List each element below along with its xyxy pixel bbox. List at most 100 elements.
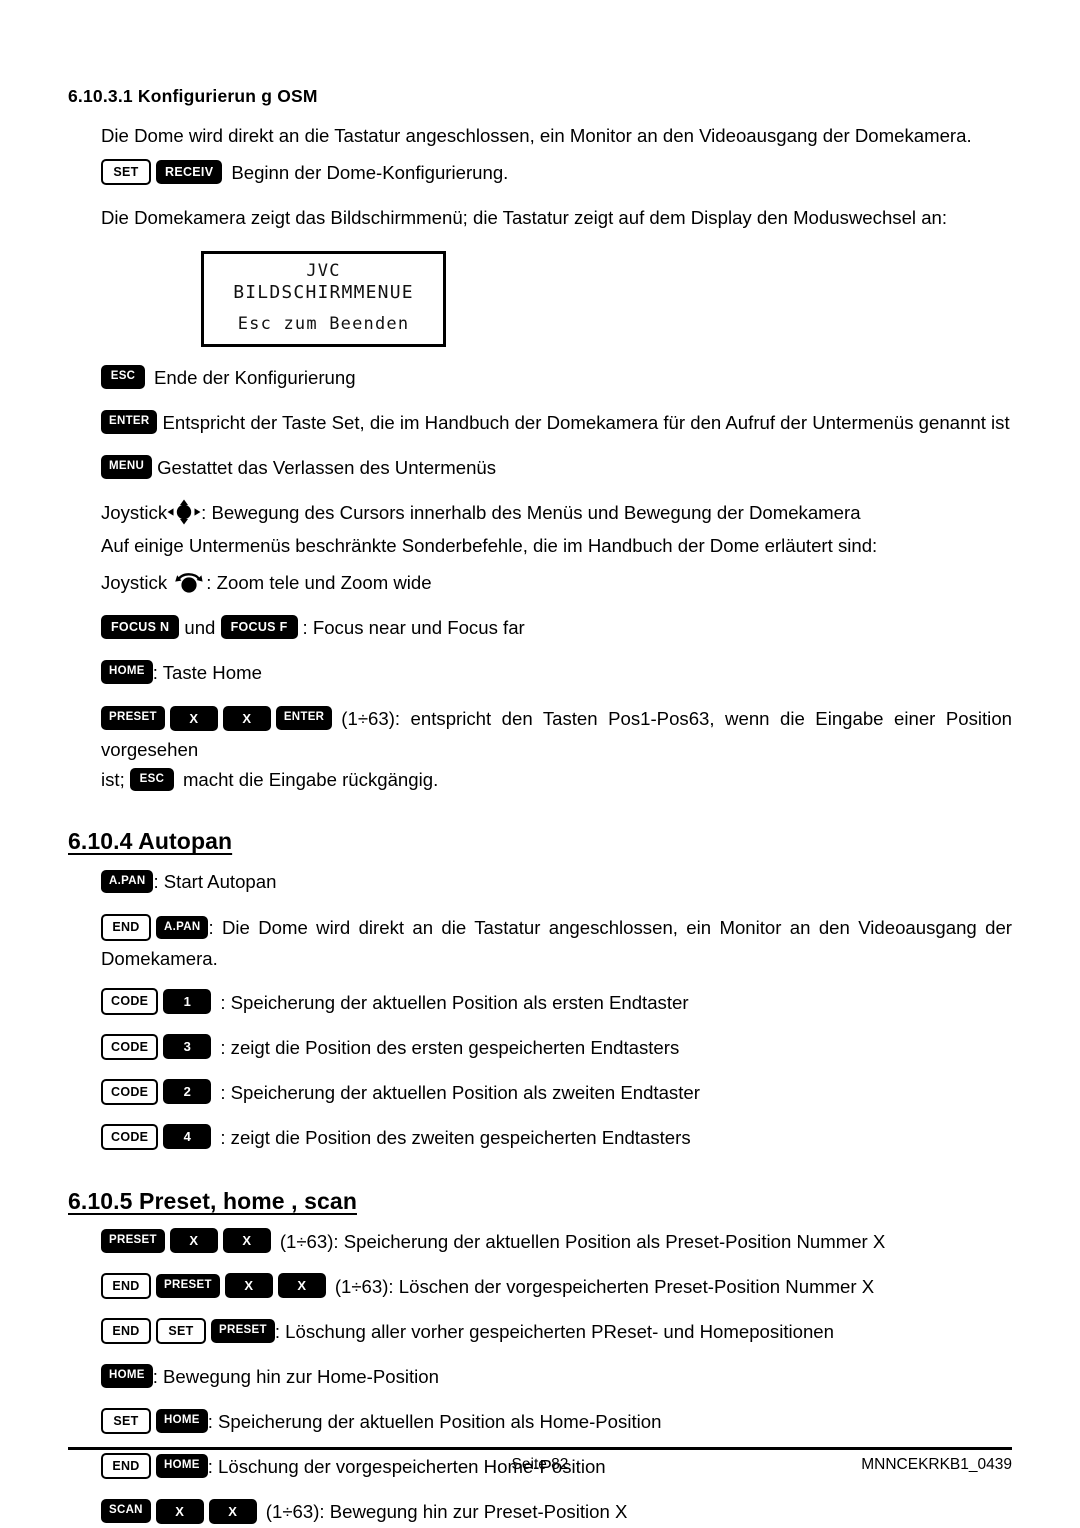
key-preset-store[interactable]: PRESET <box>101 1229 165 1253</box>
key-x-second[interactable]: X <box>222 705 271 731</box>
key-x-store-1[interactable]: X <box>169 1228 218 1254</box>
key-end-preset[interactable]: END <box>101 1272 151 1300</box>
lcd-line-3: Esc zum Beenden <box>237 313 410 334</box>
key-x-scan-1[interactable]: X <box>155 1498 204 1524</box>
key-preset-delete[interactable]: PRESET <box>156 1274 220 1298</box>
row-end-apan-text: : Die Dome wird direkt an die Tastatur a… <box>101 917 1012 970</box>
row-code-3-text: : zeigt die Position des ersten gespeich… <box>220 1036 680 1058</box>
lcd-line-2: BILDSCHIRMMENUE <box>233 281 414 303</box>
row-focus: FOCUS Nund FOCUS F: Focus near und Focus… <box>101 613 1012 642</box>
key-number-1[interactable]: 1 <box>163 989 212 1015</box>
row-set-home-text: : Speicherung der aktuellen Position als… <box>207 1411 662 1433</box>
section-preset-body: PRESET X X (1÷63): Speicherung der aktuelle… <box>101 1227 1012 1526</box>
row-joystick-move-text: : Bewegung des Cursors innerhalb des Men… <box>201 501 861 523</box>
row-apan: A.PAN: Start Autopan <box>101 867 1012 896</box>
row-esc-text: Ende der Konfigurierung <box>154 366 356 388</box>
key-x-store-2[interactable]: X <box>222 1228 271 1254</box>
row-menu: MENU Gestattet das Verlassen des Untermen… <box>101 453 1012 482</box>
row-set-home: SET HOME: Speicherung der aktuellen Posit… <box>101 1407 1012 1436</box>
row-apan-text: : Start Autopan <box>153 871 277 893</box>
row-home-move-text: : Bewegung hin zur Home-Position <box>152 1365 439 1387</box>
key-enter-preset[interactable]: ENTER <box>275 706 333 730</box>
key-home-move[interactable]: HOME <box>101 1364 153 1388</box>
preset-cancel-prefix: ist; <box>101 769 125 791</box>
row-joystick-zoom: Joystick : Zoom tele und Zoom wide <box>101 568 1012 597</box>
section-heading-osm: 6.10.3.1 Konfigurierun g OSM <box>68 86 318 106</box>
row-code-2: CODE 2 : Speicherung der aktuellen Positio… <box>101 1078 1012 1107</box>
key-home-store[interactable]: HOME <box>156 1409 208 1433</box>
row-scan-xx-text: (1÷63): Bewegung hin zur Preset-Position… <box>265 1501 628 1523</box>
footer-document-id: MNNCEKRKB1_0439 <box>861 1456 1012 1473</box>
key-preset-all[interactable]: PRESET <box>211 1319 275 1343</box>
lcd-display-wrapper: JVC BILDSCHIRMMENUE Esc zum Beenden <box>101 251 1012 347</box>
row-home-move: HOME: Bewegung hin zur Home-Position <box>101 1362 1012 1391</box>
row-code-2-text: : Speicherung der aktuellen Position als… <box>220 1081 700 1103</box>
row-esc: ESC Ende der Konfigurierung <box>101 363 1012 392</box>
page-footer: Seite 82 MNNCEKRKB1_0439 <box>68 1447 1012 1480</box>
document-page: 6.10.3.1 Konfigurierun g OSM Die Dome wi… <box>0 0 1080 1528</box>
key-apan[interactable]: A.PAN <box>101 869 154 894</box>
footer-content: Seite 82 MNNCEKRKB1_0439 <box>68 1456 1012 1480</box>
row-code-1: CODE 1 : Speicherung der aktuellen Positio… <box>101 988 1012 1017</box>
row-joystick-move: Joystick : Bewegung des Cursors innerhalb… <box>101 498 1012 527</box>
osm-intro-paragraph: Die Dome wird direkt an die Tastatur ang… <box>101 125 972 146</box>
osm-display-note: Die Domekamera zeigt das Bildschirmmenü;… <box>101 207 948 229</box>
row-code-3: CODE 3 : zeigt die Position des ersten ges… <box>101 1033 1012 1062</box>
row-code-4: CODE 4: zeigt die Position des zweiten ge… <box>101 1123 1012 1152</box>
key-code-2[interactable]: CODE <box>101 1078 159 1106</box>
preset-cancel-suffix: macht die Eingabe rückgängig. <box>182 769 439 791</box>
row-set-receiv: SET RECEIV Beginn der Dome-Konfigurierung. <box>101 158 1012 187</box>
section-osm-body: Die Dome wird direkt an die Tastatur ang… <box>101 121 1012 794</box>
key-number-3[interactable]: 3 <box>163 1034 212 1060</box>
row-home-text: : Taste Home <box>152 662 262 684</box>
key-focus-far[interactable]: FOCUS F <box>220 614 298 640</box>
focus-conjunction: und <box>184 617 216 639</box>
section-heading-autopan: 6.10.4 Autopan <box>68 828 233 855</box>
key-set-all[interactable]: SET <box>156 1317 206 1345</box>
key-code-1[interactable]: CODE <box>101 988 159 1015</box>
key-preset[interactable]: PRESET <box>101 706 165 730</box>
key-number-4[interactable]: 4 <box>163 1124 212 1150</box>
row-end-preset-xx-text: (1÷63): Löschen der vorgespeicherten Pre… <box>334 1275 875 1297</box>
row-code-1-text: : Speicherung der aktuellen Position als… <box>220 991 689 1013</box>
key-set[interactable]: SET <box>101 158 151 186</box>
joystick-label-zoom: Joystick <box>101 572 168 594</box>
row-scan-xx: SCAN X X (1÷63): Bewegung hin zur Preset-Po… <box>101 1497 1012 1526</box>
key-x-first[interactable]: X <box>169 705 218 731</box>
lcd-display: JVC BILDSCHIRMMENUE Esc zum Beenden <box>201 251 446 347</box>
key-apan-2[interactable]: A.PAN <box>156 915 209 940</box>
lcd-line-1: JVC <box>306 261 341 282</box>
row-focus-text: : Focus near und Focus far <box>302 617 525 639</box>
row-home-key: HOME: Taste Home <box>101 658 1012 687</box>
key-menu[interactable]: MENU <box>101 455 153 479</box>
key-enter[interactable]: ENTER <box>101 410 158 434</box>
row-enter: ENTER Entspricht der Taste Set, die im Ha… <box>101 408 1012 437</box>
row-preset-xx: PRESET X X (1÷63): Speicherung der aktuelle… <box>101 1227 1012 1256</box>
key-x-delete-1[interactable]: X <box>224 1273 273 1299</box>
key-focus-near[interactable]: FOCUS N <box>101 614 180 640</box>
key-code-3[interactable]: CODE <box>101 1033 159 1060</box>
row-preset-enter: PRESET X X ENTER (1÷63): entspricht den Tast… <box>101 703 1012 765</box>
row-end-set-preset: END SET PRESET: Löschung aller vorher gesp… <box>101 1317 1012 1346</box>
joystick-label-move: Joystick <box>101 501 168 523</box>
key-esc[interactable]: ESC <box>101 365 145 389</box>
key-end-all[interactable]: END <box>101 1317 151 1345</box>
row-end-preset-xx: END PRESET X X (1÷63): Löschen der vorgespei… <box>101 1272 1012 1301</box>
key-set-home[interactable]: SET <box>101 1407 151 1435</box>
footer-divider <box>68 1447 1012 1450</box>
key-end-apan[interactable]: END <box>101 914 151 941</box>
key-x-scan-2[interactable]: X <box>208 1498 257 1524</box>
row-end-set-preset-text: : Löschung aller vorher gespeicherten PR… <box>274 1320 834 1342</box>
key-x-delete-2[interactable]: X <box>277 1273 326 1299</box>
key-esc-cancel[interactable]: ESC <box>129 767 174 792</box>
section-heading-preset: 6.10.5 Preset, home , scan <box>68 1187 357 1214</box>
key-number-2[interactable]: 2 <box>163 1079 212 1105</box>
row-joystick-zoom-text: : Zoom tele und Zoom wide <box>206 572 432 594</box>
row-set-receiv-text: Beginn der Dome-Konfigurierung. <box>231 162 509 184</box>
key-scan[interactable]: SCAN <box>101 1499 151 1523</box>
key-home[interactable]: HOME <box>101 660 153 684</box>
row-enter-text: Entspricht der Taste Set, die im Handbuc… <box>162 411 1010 433</box>
key-code-4[interactable]: CODE <box>101 1123 159 1151</box>
key-receiv[interactable]: RECEIV <box>156 159 223 185</box>
row-preset-cancel: ist; ESC macht die Eingabe rückgängig. <box>101 765 1012 794</box>
